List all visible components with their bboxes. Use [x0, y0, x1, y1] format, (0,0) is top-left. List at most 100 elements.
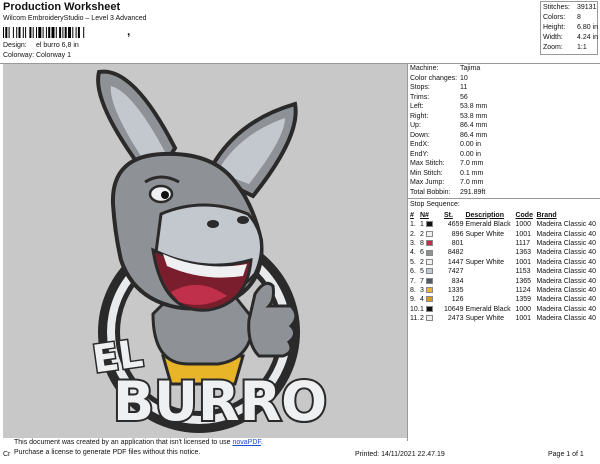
col-st: St.	[444, 211, 453, 219]
machine-row: Stops: 11	[408, 83, 600, 93]
stat-row: Zoom: 1:1	[543, 43, 595, 53]
row-num: 7.	[410, 277, 416, 285]
stats-box: Stitches: 39131 Colors: 8 Height: 6.80 in Widt…	[540, 1, 598, 55]
row-code: 1117	[515, 239, 531, 247]
row-n: 7	[420, 277, 424, 285]
row-num: 5.	[410, 258, 416, 266]
row-code: 1000	[515, 305, 532, 313]
software-name: Wilcom EmbroideryStudio – Level 3 Advanc…	[3, 15, 147, 22]
design-value: el burro 6,8 in	[36, 42, 79, 49]
barcode-bar	[38, 27, 42, 38]
row-brand: Madeira Classic 40	[536, 230, 596, 238]
row-desc: Super White	[465, 315, 504, 323]
row-n: 2	[420, 258, 424, 266]
row-stitches: 896	[451, 230, 464, 238]
machine-label: Max Stitch:	[410, 160, 445, 167]
color-swatch	[425, 221, 433, 228]
stat-value: 1:1	[577, 44, 587, 51]
machine-row: Total Bobbin: 291.89ft	[408, 188, 600, 198]
barcode	[3, 27, 85, 38]
row-n: 3	[420, 286, 424, 294]
colorway-label: Colorway:	[3, 52, 35, 59]
row-code: 1001	[515, 230, 532, 238]
machine-label: Up:	[410, 122, 421, 129]
row-stitches: 834	[451, 277, 464, 285]
row-num: 11.	[410, 315, 420, 323]
notice-text: This document was created by an applicat…	[14, 439, 233, 446]
page-title: Production Worksheet	[3, 1, 121, 13]
barcode-bar	[22, 27, 24, 38]
stop-sequence-table: # N# St. Description Code Brand 1. 1 4659…	[408, 210, 600, 323]
machine-label: Color changes:	[410, 74, 458, 82]
machine-value: 53.8 mm	[460, 112, 488, 120]
table-row: 5. 2 1447 Super White 1001 Madeira Classic 4…	[408, 258, 600, 267]
machine-row: Trims: 56	[408, 93, 600, 103]
machine-row: Right: 53.8 mm	[408, 112, 600, 122]
stat-row: Height: 6.80 in	[543, 23, 598, 33]
barcode-bar	[75, 27, 77, 38]
row-stitches: 2473	[447, 315, 464, 323]
machine-label: EndX:	[410, 141, 430, 148]
color-swatch	[425, 277, 433, 284]
machine-row: Machine: Tajima	[408, 64, 600, 74]
color-swatch	[425, 287, 433, 294]
color-swatch	[425, 240, 433, 247]
row-n: 5	[420, 268, 424, 276]
barcode-bar	[48, 27, 51, 38]
machine-row: Min Stitch: 0.1 mm	[408, 169, 600, 179]
donkey-pupil	[161, 191, 169, 199]
barcode-bar	[12, 27, 14, 38]
machine-value: 0.00 in	[460, 150, 482, 158]
color-swatch	[425, 315, 433, 322]
machine-row: EndY: 0.00 in	[408, 150, 600, 160]
barcode-bar	[62, 27, 64, 38]
col-n: N#	[420, 211, 429, 219]
stat-value: 39131	[577, 4, 597, 11]
row-n-cell: 2	[420, 229, 444, 238]
machine-value: 53.8 mm	[460, 103, 488, 110]
machine-value: 7.0 mm	[460, 160, 484, 167]
color-swatch	[425, 305, 433, 312]
logo-text-burro: BURRO	[113, 370, 327, 433]
table-header-row: # N# St. Description Code Brand	[408, 210, 600, 220]
col-brand: Brand	[536, 211, 557, 219]
stat-label: Width:	[543, 34, 563, 41]
stat-row: Width: 4.24 in	[543, 33, 598, 43]
row-desc	[465, 239, 515, 248]
col-desc: Description	[465, 211, 504, 219]
barcode-bar	[68, 27, 71, 38]
color-swatch	[425, 268, 433, 275]
barcode-bar	[83, 27, 85, 38]
row-desc	[465, 276, 515, 285]
colorway-row: Colorway: Colorway 1	[3, 52, 71, 59]
machine-row: Left: 53.8 mm	[408, 102, 600, 112]
table-row: 4. 6 8482 1363 Madeira Classic 40	[408, 248, 600, 257]
notice-line-2: Purchase a license to generate PDF files…	[14, 449, 201, 456]
row-brand: Madeira Classic 40	[536, 268, 596, 276]
row-desc	[465, 286, 515, 295]
table-row: 2. 2 896 Super White 1001 Madeira Classic 40	[408, 229, 600, 238]
row-code: 1153	[515, 268, 531, 276]
row-n-cell: 3	[420, 286, 444, 295]
machine-label: Max Jump:	[410, 179, 445, 186]
row-n: 6	[420, 249, 424, 257]
machine-value: 11	[460, 84, 468, 91]
color-swatch	[425, 296, 433, 303]
color-swatch	[425, 230, 433, 237]
barcode-bar	[72, 27, 74, 38]
row-num: 9.	[410, 296, 416, 304]
row-brand: Madeira Classic 40	[536, 315, 596, 323]
table-row: 7. 7 834 1365 Madeira Classic 40	[408, 276, 600, 285]
table-row: 1. 1 4659 Emerald Black 1000 Madeira Classic…	[408, 220, 600, 229]
machine-value: 10	[460, 74, 468, 82]
table-row: 11. 2 2473 Super White 1001 Madeira Classic …	[408, 314, 600, 323]
novapdf-link[interactable]: novaPDF	[232, 439, 260, 446]
row-desc	[465, 295, 515, 304]
stat-label: Stitches:	[543, 4, 570, 11]
row-n: 1	[420, 305, 424, 313]
notice-end: .	[260, 439, 263, 446]
row-code: 1000	[515, 221, 532, 229]
row-n-cell: 4	[420, 295, 444, 304]
barcode-bar	[59, 27, 62, 38]
machine-value: 291.89ft	[460, 188, 486, 196]
